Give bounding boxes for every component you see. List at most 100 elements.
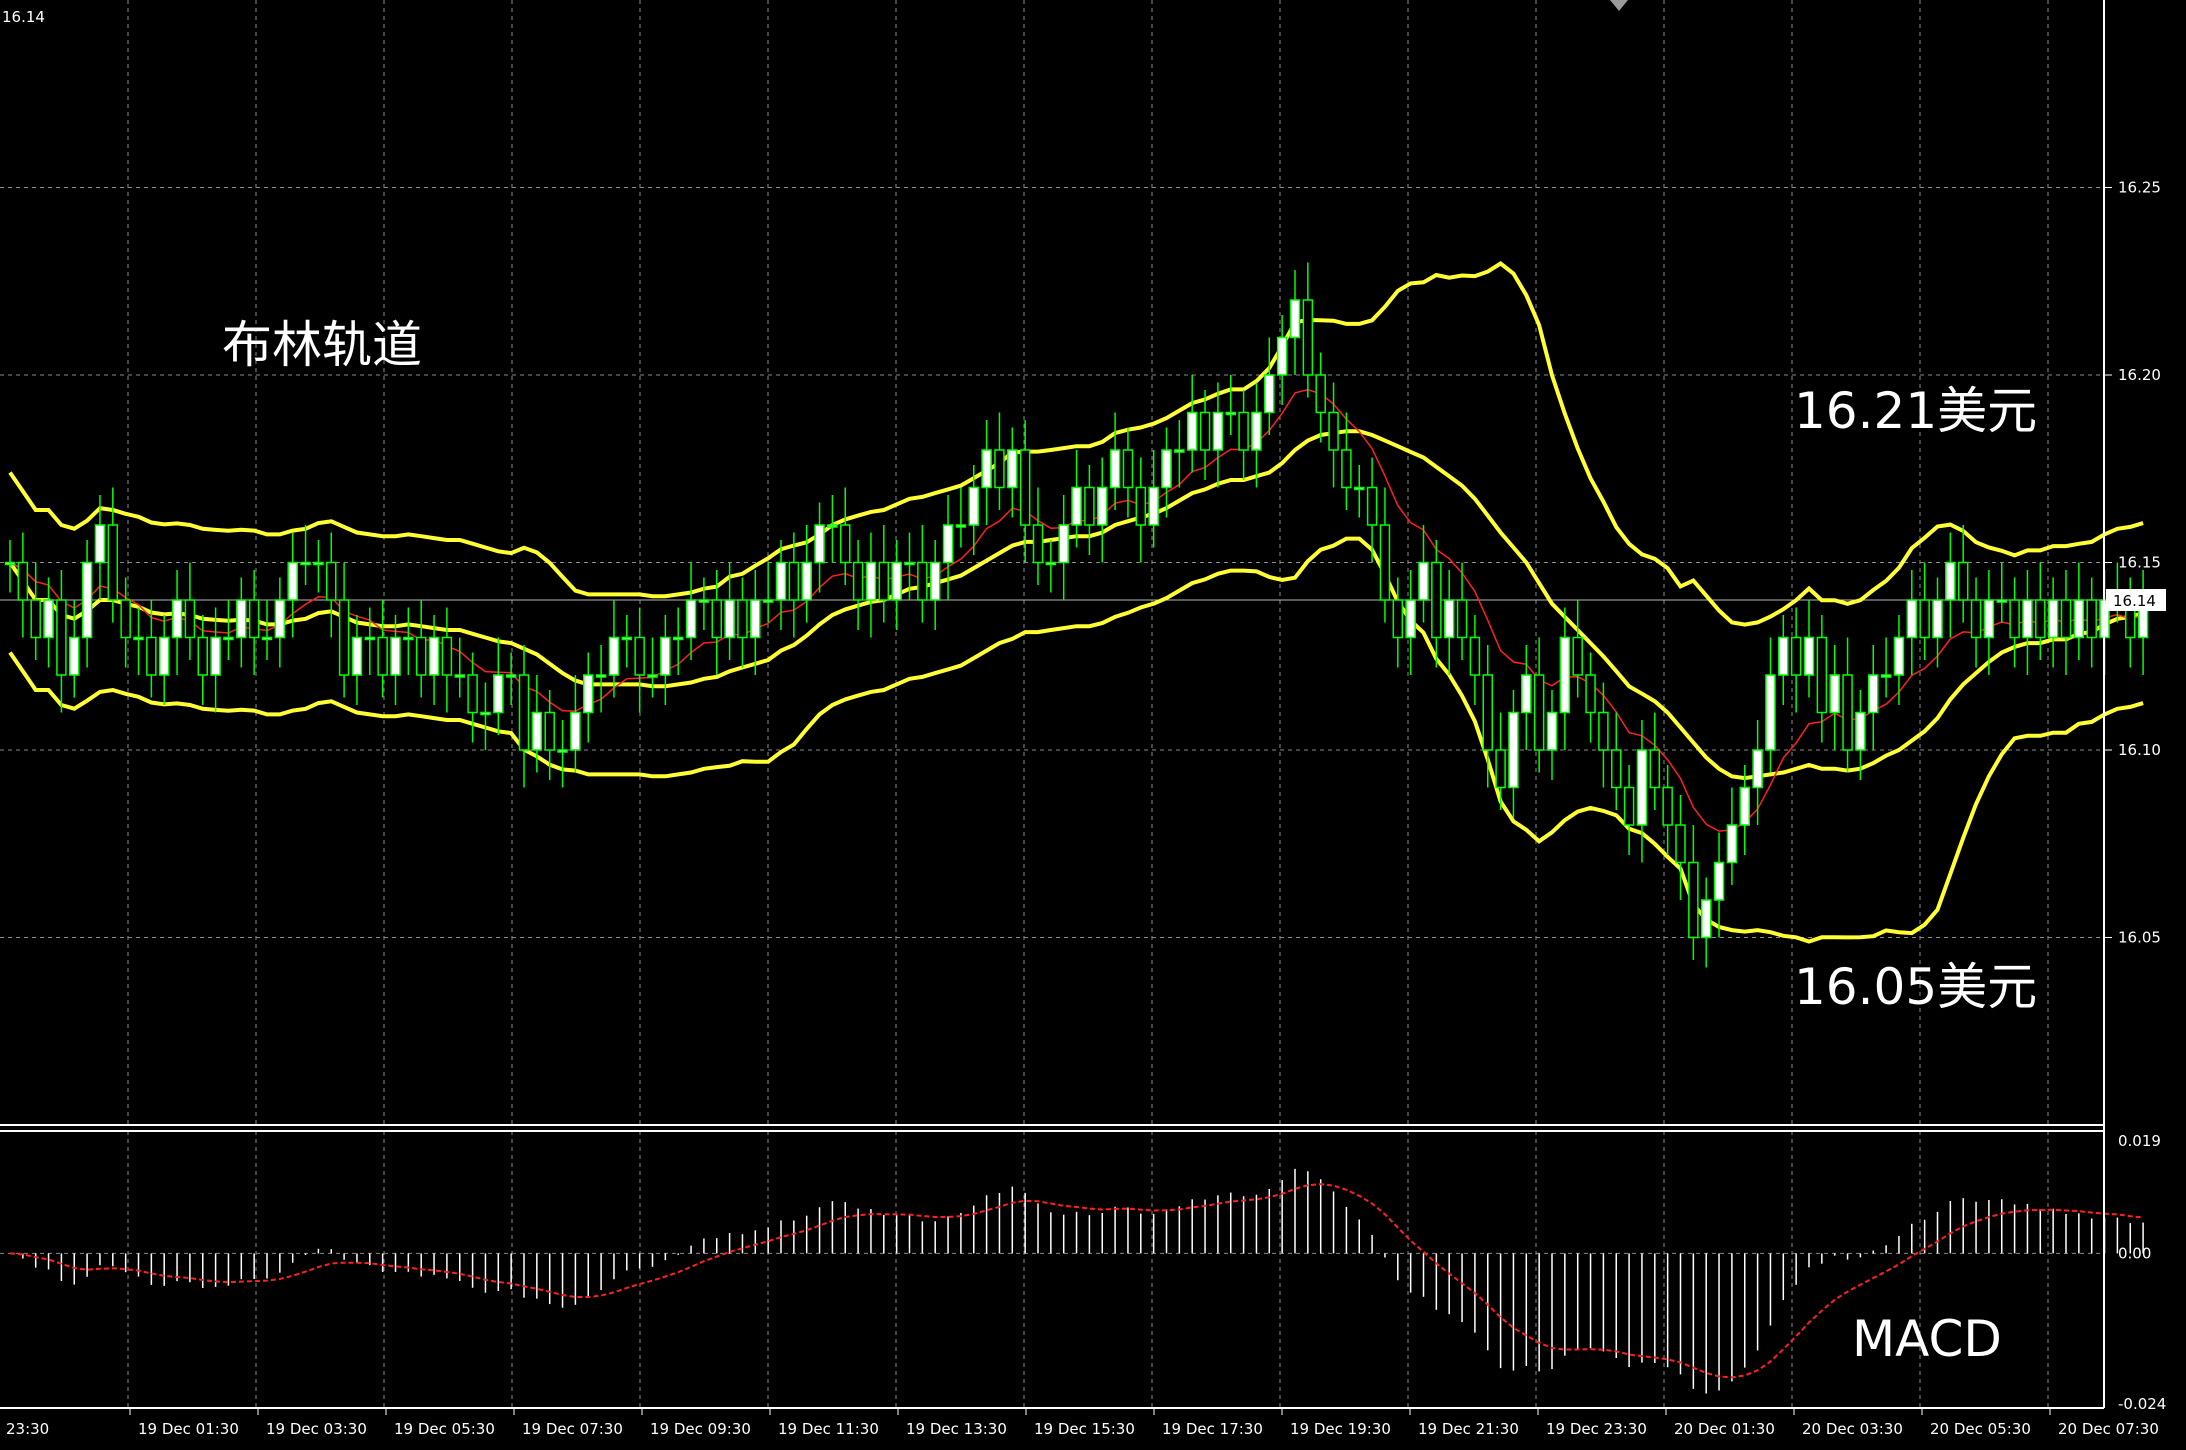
- candle-body: [1354, 486, 1365, 491]
- candle-body: [1212, 411, 1224, 451]
- candle-body: [968, 486, 979, 526]
- candle-body: [1842, 674, 1853, 751]
- candle-body: [2073, 599, 2085, 639]
- price-tick-label: 16.05: [2118, 929, 2161, 947]
- candle-body: [467, 674, 478, 714]
- candle-body: [1880, 674, 1892, 678]
- candle-body: [1186, 411, 1198, 451]
- candle-body: [711, 599, 722, 639]
- candle-body: [493, 674, 504, 714]
- candle-body: [1533, 674, 1545, 751]
- candle-body: [775, 561, 787, 601]
- candle-body: [428, 636, 440, 676]
- candle-body: [570, 711, 581, 751]
- candle-body: [120, 599, 131, 639]
- candle-body: [891, 561, 902, 601]
- time-tick-label: 20 Dec 03:30: [1802, 1420, 1903, 1438]
- candle-body: [557, 749, 568, 753]
- candle-body: [1996, 599, 2007, 603]
- corner-price-label: 16.14: [2, 8, 45, 26]
- candle-body: [1559, 636, 1571, 714]
- candle-body: [762, 599, 774, 603]
- candle-body: [698, 599, 710, 603]
- candle-body: [724, 599, 735, 639]
- candle-body: [1405, 599, 1416, 639]
- candle-body: [1328, 411, 1339, 451]
- candle-body: [672, 636, 684, 641]
- candle-body: [660, 636, 671, 676]
- candle-body: [1598, 711, 1609, 751]
- candle-body: [94, 524, 106, 564]
- candle-body: [814, 524, 825, 564]
- candle-body: [685, 599, 697, 639]
- candle-body: [1109, 449, 1121, 489]
- candle-body: [351, 636, 363, 676]
- candle-body: [1508, 711, 1519, 789]
- candle-body: [634, 636, 645, 676]
- time-tick-label: 23:30: [6, 1420, 49, 1438]
- candle-body: [1700, 899, 1712, 939]
- candle-body: [415, 636, 427, 676]
- candle-body: [1315, 374, 1326, 414]
- candle-body: [840, 524, 851, 564]
- candle-body: [133, 636, 144, 641]
- candle-body: [197, 636, 208, 676]
- candle-body: [1945, 561, 1956, 601]
- candle-body: [158, 636, 170, 676]
- candle-body: [56, 599, 67, 676]
- candle-body: [1225, 411, 1236, 416]
- candle-body: [441, 636, 453, 676]
- candle-body: [801, 561, 812, 601]
- candle-body: [929, 561, 941, 601]
- candle-body: [1276, 336, 1288, 376]
- candle-body: [1521, 674, 1532, 714]
- candle-body: [1636, 749, 1648, 826]
- candle-body: [608, 636, 620, 676]
- candle-body: [377, 636, 388, 676]
- candle-body: [1855, 711, 1866, 751]
- candle-body: [146, 636, 157, 676]
- current-price-label: 16.14: [2113, 592, 2156, 610]
- time-tick-label: 19 Dec 13:30: [906, 1420, 1007, 1438]
- candle-body: [454, 674, 465, 678]
- candle-body: [1007, 449, 1018, 489]
- candle-body: [1495, 749, 1506, 789]
- candle-body: [1097, 486, 1108, 526]
- candle-body: [595, 674, 607, 678]
- time-tick-label: 19 Dec 19:30: [1290, 1420, 1391, 1438]
- candle-body: [1649, 749, 1661, 789]
- candle-body: [942, 524, 954, 564]
- time-tick-label: 19 Dec 09:30: [650, 1420, 751, 1438]
- candle-body: [1932, 599, 1943, 639]
- candle-body: [1983, 599, 1995, 639]
- candle-body: [1675, 824, 1686, 864]
- candle-body: [81, 561, 93, 639]
- time-tick-label: 20 Dec 07:30: [2058, 1420, 2159, 1438]
- candle-body: [583, 674, 594, 714]
- time-tick-label: 19 Dec 07:30: [522, 1420, 623, 1438]
- candle-body: [865, 561, 877, 601]
- candle-body: [1264, 374, 1275, 414]
- candle-body: [544, 711, 555, 751]
- candle-body: [1778, 636, 1789, 676]
- time-tick-label: 19 Dec 05:30: [394, 1420, 495, 1438]
- candle-body: [1341, 449, 1352, 489]
- candle-body: [210, 636, 221, 676]
- candle-body: [827, 524, 838, 528]
- price-tick-label: 16.25: [2118, 179, 2161, 197]
- candle-body: [1379, 524, 1391, 601]
- candle-body: [2035, 599, 2046, 639]
- candle-body: [1611, 749, 1622, 789]
- candle-body: [1071, 486, 1082, 526]
- candle-body: [1469, 636, 1481, 676]
- candle-body: [1572, 636, 1583, 676]
- candle-body: [1713, 861, 1725, 901]
- price-tick-label: 16.10: [2118, 741, 2161, 759]
- bollinger-annotation: 布林轨道: [222, 316, 422, 374]
- candle-body: [171, 599, 183, 639]
- candle-body: [1752, 749, 1763, 789]
- price-chart: 16.25 16.20 16.15 16.10 16.05 0.019 0.00 -0.024…: [0, 0, 2186, 1450]
- candle-body: [1238, 411, 1249, 451]
- candle-body: [223, 636, 234, 641]
- candle-body: [1726, 824, 1738, 864]
